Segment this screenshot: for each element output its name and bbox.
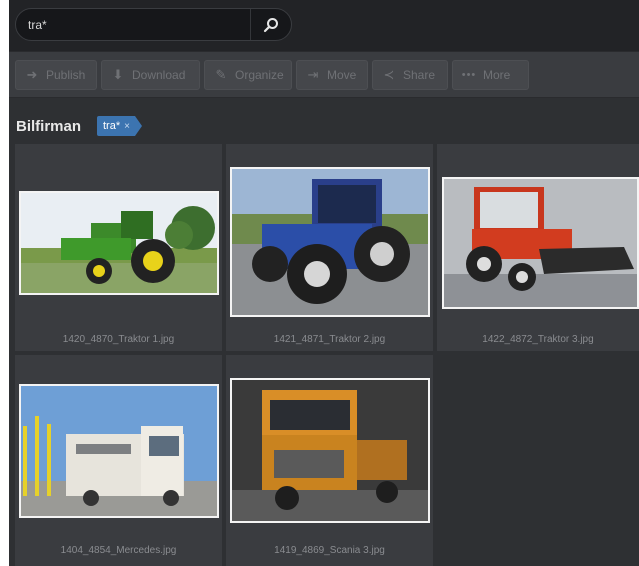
asset-thumbnail[interactable] (19, 384, 219, 518)
publish-arrow-icon: ➜ (26, 67, 38, 82)
tractor-blue-image (232, 169, 428, 315)
more-label: More (483, 68, 511, 82)
asset-card[interactable]: 1404_4854_Mercedes.jpg (15, 355, 222, 566)
publish-button[interactable]: ➜ Publish (15, 60, 97, 90)
more-button[interactable]: ••• More (452, 60, 529, 90)
asset-thumbnail[interactable] (442, 177, 639, 309)
asset-thumbnail[interactable] (230, 378, 430, 523)
move-button[interactable]: ⇥ Move (296, 60, 368, 90)
asset-filename: 1420_4870_Traktor 1.jpg (62, 334, 175, 345)
move-icon: ⇥ (307, 67, 319, 82)
asset-thumbnail[interactable] (19, 191, 219, 295)
search-icon (263, 17, 278, 32)
page-title[interactable]: Bilfirman (16, 118, 81, 135)
wrench-icon: ✎ (215, 67, 227, 82)
move-label: Move (327, 68, 357, 82)
tag-label: tra* (103, 120, 121, 132)
download-label: Download (132, 68, 186, 82)
publish-label: Publish (46, 68, 86, 82)
search-button[interactable] (250, 9, 291, 40)
organize-button[interactable]: ✎ Organize (204, 60, 292, 90)
app-window: ➜ Publish ⬇ Download ✎ Organize ⇥ Move ≺… (9, 0, 639, 566)
asset-filename: 1419_4869_Scania 3.jpg (274, 545, 385, 556)
scania-truck-image (232, 380, 428, 521)
top-bar (9, 0, 639, 51)
asset-filename: 1404_4854_Mercedes.jpg (60, 545, 177, 556)
asset-thumbnail[interactable] (230, 167, 430, 317)
download-button[interactable]: ⬇ Download (101, 60, 200, 90)
tractor-red-image (444, 179, 637, 307)
download-icon: ⬇ (112, 67, 124, 82)
tag-remove-icon[interactable]: × (124, 121, 130, 132)
more-dots-icon: ••• (461, 69, 477, 81)
asset-card[interactable]: 1421_4871_Traktor 2.jpg (226, 144, 433, 351)
asset-card[interactable]: 1422_4872_Traktor 3.jpg (437, 144, 639, 351)
organize-label: Organize (235, 68, 284, 82)
asset-card[interactable]: 1419_4869_Scania 3.jpg (226, 355, 433, 566)
action-toolbar: ➜ Publish ⬇ Download ✎ Organize ⇥ Move ≺… (9, 51, 639, 98)
share-label: Share (403, 68, 436, 82)
share-icon: ≺ (383, 67, 395, 82)
asset-card[interactable]: 1420_4870_Traktor 1.jpg (15, 144, 222, 351)
asset-filename: 1422_4872_Traktor 3.jpg (482, 334, 594, 345)
share-button[interactable]: ≺ Share (372, 60, 448, 90)
asset-filename: 1421_4871_Traktor 2.jpg (273, 334, 386, 345)
tractor-green-image (21, 193, 217, 293)
mercedes-truck-image (21, 386, 217, 516)
search-box (15, 8, 292, 41)
search-input[interactable] (28, 15, 248, 35)
